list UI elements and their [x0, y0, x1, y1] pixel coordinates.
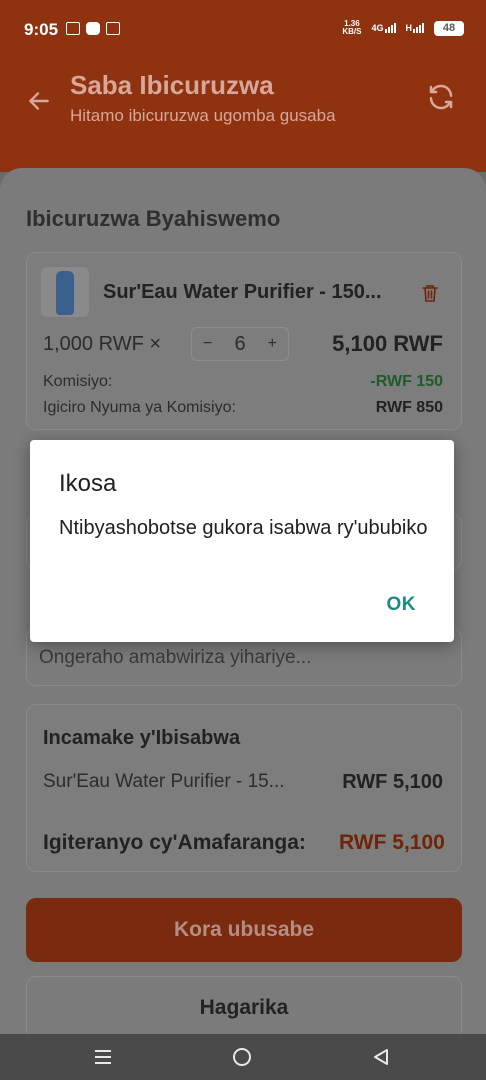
quantity-stepper: − 6 +: [191, 327, 289, 361]
after-commission-value: RWF 850: [375, 399, 443, 416]
product-name: Sur'Eau Water Purifier - 150...: [103, 281, 382, 303]
mail-icon: [66, 22, 80, 35]
dialog-title: Ikosa: [59, 470, 117, 497]
signal-h: H: [405, 23, 424, 33]
notification-icons: [66, 22, 120, 35]
product-card: Sur'Eau Water Purifier - 150... 1,000 RW…: [26, 252, 462, 430]
back-arrow-icon[interactable]: [26, 88, 52, 114]
signal-4g: 4G: [371, 23, 396, 33]
page-subtitle: Hitamo ibicuruzwa ugomba gusaba: [70, 106, 336, 125]
status-bar: 9:05 1.36 KB/S 4G H 48: [0, 0, 486, 62]
summary-title: Incamake y'Ibisabwa: [43, 727, 241, 749]
line-total: 5,100 RWF: [332, 331, 443, 356]
network-speed-unit: KB/S: [342, 27, 362, 36]
signal-h-label: H: [405, 23, 413, 33]
refresh-icon[interactable]: [426, 82, 456, 112]
sim-icon: [106, 22, 120, 35]
product-image: [41, 267, 89, 317]
youtube-icon: [86, 22, 100, 35]
dialog-ok-button[interactable]: OK: [387, 594, 417, 616]
status-right: 1.36 KB/S 4G H 48: [342, 20, 464, 36]
submit-request-button[interactable]: Kora ubusabe: [26, 898, 462, 962]
total-label: Igiteranyo cy'Amafaranga:: [43, 831, 306, 854]
back-triangle-icon[interactable]: [372, 1048, 390, 1066]
page-title: Saba Ibicuruzwa: [70, 70, 274, 100]
status-time: 9:05: [24, 20, 59, 39]
decrease-button[interactable]: −: [203, 335, 212, 353]
summary-item-name: Sur'Eau Water Purifier - 15...: [43, 771, 285, 792]
recent-apps-icon[interactable]: [94, 1049, 112, 1065]
home-icon[interactable]: [233, 1048, 251, 1066]
summary-item-value: RWF 5,100: [342, 771, 443, 793]
total-value: RWF 5,100: [339, 831, 445, 854]
cancel-button[interactable]: Hagarika: [26, 976, 462, 1040]
signal-4g-label: 4G: [371, 23, 384, 33]
after-commission-label: Igiciro Nyuma ya Komisiyo:: [43, 399, 236, 416]
quantity-value[interactable]: 6: [234, 333, 245, 356]
battery-icon: 48: [434, 20, 464, 36]
commission-label: Komisiyo:: [43, 373, 113, 390]
selected-products-heading: Ibicuruzwa Byahiswemo: [26, 206, 281, 231]
order-summary-card: Incamake y'Ibisabwa Sur'Eau Water Purifi…: [26, 704, 462, 872]
commission-value: -RWF 150: [370, 373, 443, 390]
trash-icon[interactable]: [421, 283, 439, 303]
error-dialog: Ikosa Ntibyashobotse gukora isabwa ry'ub…: [30, 440, 454, 642]
system-nav-bar: [0, 1034, 486, 1080]
increase-button[interactable]: +: [268, 335, 277, 353]
unit-price: 1,000 RWF ×: [43, 333, 162, 355]
dialog-message: Ntibyashobotse gukora isabwa ry'ububiko: [59, 517, 428, 539]
app-header: Saba Ibicuruzwa Hitamo ibicuruzwa ugomba…: [0, 62, 486, 172]
network-speed: 1.36 KB/S: [342, 20, 361, 36]
